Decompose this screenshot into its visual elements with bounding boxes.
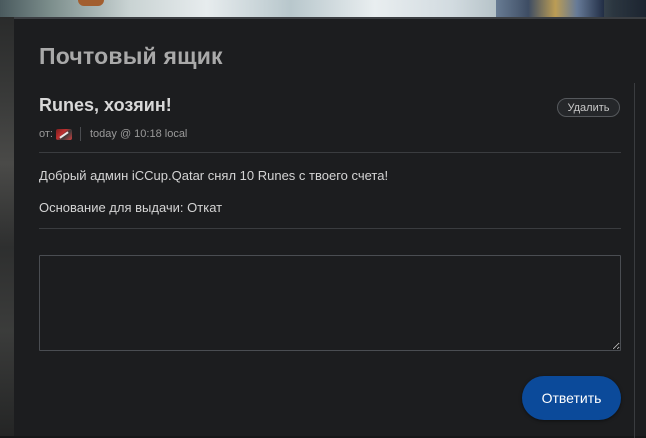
message-meta: от: today @ 10:18 local <box>39 127 187 141</box>
page-title: Почтовый ящик <box>39 43 223 69</box>
banner-character-art <box>496 0 604 17</box>
background-art-strip <box>0 17 14 436</box>
meta-divider <box>79 127 81 141</box>
delete-button[interactable]: Удалить <box>557 98 620 117</box>
message-body-line: Добрый админ iCCup.Qatar снял 10 Runes с… <box>39 168 389 183</box>
banner-ornament <box>78 0 104 6</box>
divider <box>39 152 621 153</box>
message-timestamp: today @ 10:18 local <box>89 128 188 140</box>
divider <box>39 228 621 229</box>
reply-button[interactable]: Ответить <box>522 376 621 420</box>
mailbox-panel: Почтовый ящик Runes, хозяин! Удалить от:… <box>14 17 646 438</box>
reply-textarea[interactable] <box>39 255 621 351</box>
panel-divider-vertical <box>634 83 635 438</box>
from-label: от: <box>39 128 53 140</box>
sender-avatar[interactable] <box>55 128 72 140</box>
message-body-line: Основание для выдачи: Откат <box>39 200 223 215</box>
header-banner-image <box>0 0 646 17</box>
message-subject: Runes, хозяин! <box>39 95 172 115</box>
